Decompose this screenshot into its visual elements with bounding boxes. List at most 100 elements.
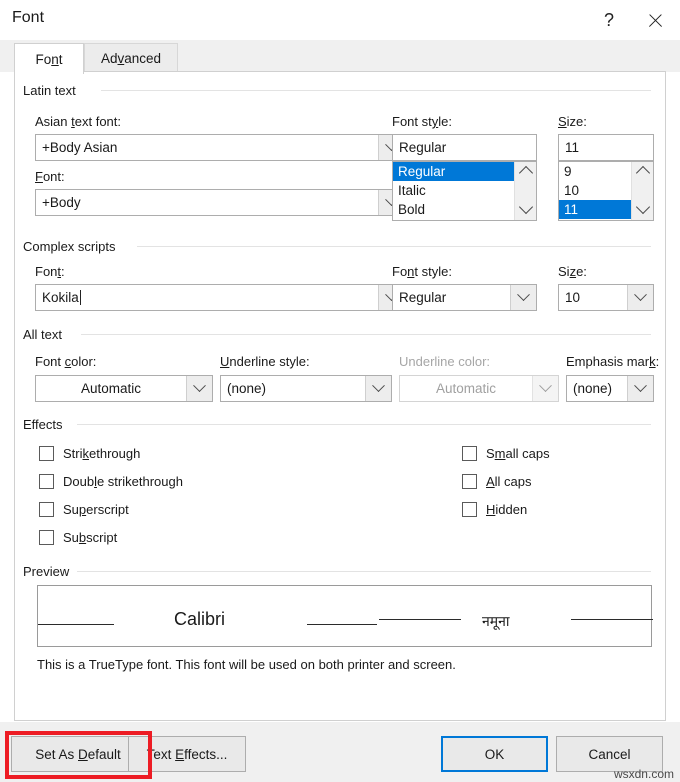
chevron-up-icon[interactable] xyxy=(518,166,532,180)
checkbox-label: Strikethrough xyxy=(63,446,140,461)
preview-rule-1 xyxy=(38,624,114,625)
watermark: wsxdn.com xyxy=(614,767,674,781)
complex-size-combo[interactable]: 10 xyxy=(558,284,654,311)
label-asian-text-font: Asian text font: xyxy=(35,114,121,129)
font-preview: Calibri नमूना xyxy=(37,585,652,647)
group-rule-preview xyxy=(77,571,651,572)
emphasis-mark-value: (none) xyxy=(567,376,627,401)
tab-font-label: Font xyxy=(35,52,62,67)
group-rule-all-text xyxy=(81,334,651,335)
list-item[interactable]: Italic xyxy=(393,181,514,200)
preview-complex-sample: नमूना xyxy=(482,612,510,631)
checkbox-label: Hidden xyxy=(486,502,527,517)
label-emphasis-mark: Emphasis mark: xyxy=(566,354,659,369)
latin-font-style-items: Regular Italic Bold xyxy=(393,162,514,220)
group-label-complex-scripts: Complex scripts xyxy=(23,239,121,254)
label-underline-color: Underline color: xyxy=(399,354,490,369)
group-rule-effects xyxy=(77,424,651,425)
chevron-down-icon[interactable] xyxy=(635,200,649,214)
chevron-down-icon xyxy=(193,379,206,392)
underline-style-dropdown-button[interactable] xyxy=(365,376,391,401)
list-item[interactable]: 11 xyxy=(559,200,631,219)
checkbox-box-icon[interactable] xyxy=(39,530,54,545)
tab-font[interactable]: Font xyxy=(14,43,84,74)
complex-size-dropdown-button[interactable] xyxy=(627,285,653,310)
checkbox-label: All caps xyxy=(486,474,532,489)
dialog-footer: Set As Default Text Effects... OK Cancel… xyxy=(0,722,680,782)
text-effects-button[interactable]: Text Effects... xyxy=(128,736,246,772)
checkbox-box-icon[interactable] xyxy=(462,446,477,461)
close-button[interactable] xyxy=(632,0,678,40)
complex-font-combo[interactable]: Kokila xyxy=(35,284,405,311)
preview-rule-4 xyxy=(571,619,653,620)
font-color-dropdown-button[interactable] xyxy=(186,376,212,401)
list-item[interactable]: 9 xyxy=(559,162,631,181)
checkbox-double-strikethrough[interactable]: Double strikethrough xyxy=(39,474,183,489)
asian-text-font-combo[interactable]: +Body Asian xyxy=(35,134,405,161)
latin-size-scrollbar[interactable] xyxy=(631,162,653,220)
preview-rule-3 xyxy=(379,619,461,620)
tab-advanced-label: Advanced xyxy=(101,51,161,66)
latin-font-style-input[interactable]: Regular xyxy=(392,134,537,161)
latin-font-combo[interactable]: +Body xyxy=(35,189,405,216)
tab-advanced[interactable]: Advanced xyxy=(84,43,178,72)
chevron-down-icon[interactable] xyxy=(518,200,532,214)
group-label-effects: Effects xyxy=(23,417,69,432)
checkbox-subscript[interactable]: Subscript xyxy=(39,530,117,545)
checkbox-superscript[interactable]: Superscript xyxy=(39,502,129,517)
latin-size-input[interactable]: 11 xyxy=(558,134,654,161)
emphasis-mark-combo[interactable]: (none) xyxy=(566,375,654,402)
checkbox-label: Superscript xyxy=(63,502,129,517)
latin-size-value: 11 xyxy=(559,135,653,160)
font-color-value: Automatic xyxy=(36,376,186,401)
preview-rule-2 xyxy=(307,624,377,625)
checkbox-hidden[interactable]: Hidden xyxy=(462,502,527,517)
label-complex-font: Font: xyxy=(35,264,65,279)
latin-font-value: +Body xyxy=(36,190,378,215)
text-cursor xyxy=(80,290,81,305)
label-font-color: Font color: xyxy=(35,354,96,369)
latin-size-listbox[interactable]: 9 10 11 xyxy=(558,161,654,221)
checkbox-box-icon[interactable] xyxy=(39,446,54,461)
preview-latin-sample: Calibri xyxy=(174,609,225,630)
latin-font-style-listbox[interactable]: Regular Italic Bold xyxy=(392,161,537,221)
close-icon xyxy=(647,12,664,29)
font-dialog: Font ? Font Advanced Latin text Asian te… xyxy=(0,0,680,782)
latin-font-style-scrollbar[interactable] xyxy=(514,162,536,220)
checkbox-all-caps[interactable]: All caps xyxy=(462,474,532,489)
list-item[interactable]: Regular xyxy=(393,162,514,181)
label-latin-font: Font: xyxy=(35,169,65,184)
ok-label: OK xyxy=(485,747,505,762)
ok-button[interactable]: OK xyxy=(441,736,548,772)
question-mark-icon: ? xyxy=(604,10,614,31)
group-rule-latin-text xyxy=(101,90,651,91)
complex-font-style-value: Regular xyxy=(393,285,510,310)
checkbox-small-caps[interactable]: Small caps xyxy=(462,446,550,461)
checkbox-strikethrough[interactable]: Strikethrough xyxy=(39,446,140,461)
preview-note: This is a TrueType font. This font will … xyxy=(37,657,456,672)
complex-font-style-combo[interactable]: Regular xyxy=(392,284,537,311)
list-item[interactable]: 10 xyxy=(559,181,631,200)
group-label-preview: Preview xyxy=(23,564,75,579)
set-as-default-button[interactable]: Set As Default xyxy=(11,736,145,772)
underline-color-dropdown-button xyxy=(532,376,558,401)
font-tab-panel: Latin text Asian text font: +Body Asian … xyxy=(14,71,666,721)
chevron-down-icon xyxy=(517,288,530,301)
chevron-up-icon[interactable] xyxy=(635,166,649,180)
checkbox-box-icon[interactable] xyxy=(39,474,54,489)
emphasis-mark-dropdown-button[interactable] xyxy=(627,376,653,401)
checkbox-box-icon[interactable] xyxy=(39,502,54,517)
underline-style-combo[interactable]: (none) xyxy=(220,375,392,402)
complex-font-style-dropdown-button[interactable] xyxy=(510,285,536,310)
underline-style-value: (none) xyxy=(221,376,365,401)
help-button[interactable]: ? xyxy=(586,0,632,40)
font-color-combo[interactable]: Automatic xyxy=(35,375,213,402)
list-item[interactable]: Bold xyxy=(393,200,514,219)
checkbox-box-icon[interactable] xyxy=(462,502,477,517)
checkbox-box-icon[interactable] xyxy=(462,474,477,489)
label-latin-font-style: Font style: xyxy=(392,114,452,129)
chevron-down-icon xyxy=(372,379,385,392)
title-bar: Font ? xyxy=(0,0,680,40)
complex-size-value: 10 xyxy=(559,285,627,310)
checkbox-label: Subscript xyxy=(63,530,117,545)
